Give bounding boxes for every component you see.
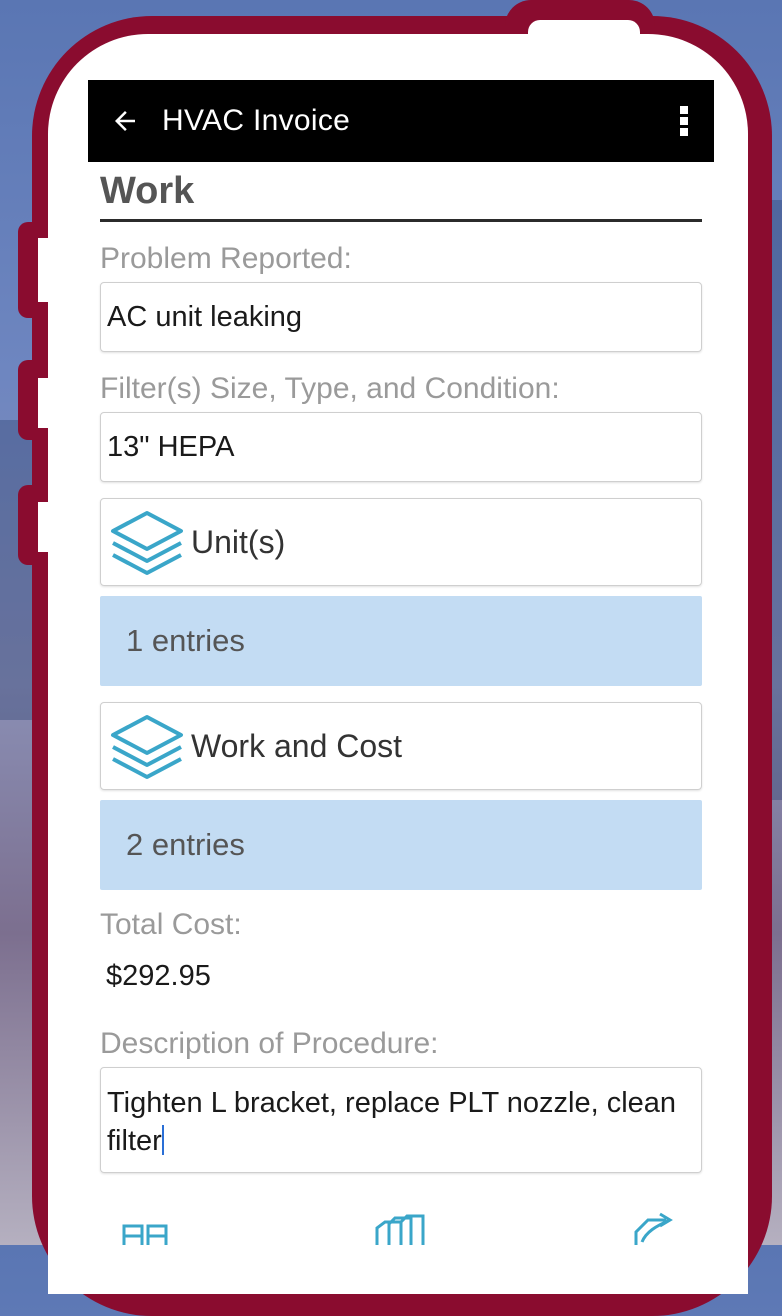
- copy-pages-icon[interactable]: [371, 1212, 431, 1245]
- bottom-toolbar: [88, 1212, 714, 1245]
- problem-input[interactable]: AC unit leaking: [100, 282, 702, 352]
- text-cursor: [161, 1125, 164, 1155]
- side-button-highlight: [38, 378, 52, 428]
- side-button-highlight: [38, 502, 52, 552]
- more-vertical-icon: [680, 106, 688, 136]
- share-icon[interactable]: [626, 1212, 686, 1245]
- layers-icon: [111, 715, 183, 779]
- layers-icon: [111, 511, 183, 575]
- app-title: HVAC Invoice: [162, 104, 351, 137]
- total-cost-value: $292.95: [106, 960, 211, 992]
- app-screen: HVAC Invoice Work Problem Reported: AC u…: [88, 80, 714, 1245]
- units-entries[interactable]: 1 entries: [100, 596, 702, 686]
- section-title: Work: [100, 162, 702, 222]
- filter-label: Filter(s) Size, Type, and Condition:: [100, 372, 560, 405]
- procedure-text: Tighten L bracket, replace PLT nozzle, c…: [107, 1087, 677, 1157]
- phone-speaker: [528, 20, 640, 60]
- filter-input[interactable]: 13" HEPA: [100, 412, 702, 482]
- side-button-highlight: [38, 238, 52, 302]
- procedure-textarea[interactable]: Tighten L bracket, replace PLT nozzle, c…: [100, 1067, 702, 1173]
- work-cost-label: Work and Cost: [191, 727, 403, 764]
- problem-label: Problem Reported:: [100, 242, 352, 275]
- split-view-icon[interactable]: [116, 1212, 176, 1245]
- arrow-left-icon: [115, 111, 135, 131]
- back-button[interactable]: [88, 106, 162, 136]
- procedure-label: Description of Procedure:: [100, 1027, 439, 1060]
- units-group-button[interactable]: Unit(s): [100, 498, 702, 586]
- overflow-menu-button[interactable]: [654, 104, 714, 138]
- work-cost-entries[interactable]: 2 entries: [100, 800, 702, 890]
- app-bar: HVAC Invoice: [88, 80, 714, 162]
- total-cost-label: Total Cost:: [100, 908, 242, 941]
- units-label: Unit(s): [191, 523, 286, 560]
- form-content: Work Problem Reported: AC unit leaking F…: [88, 162, 714, 1173]
- work-cost-group-button[interactable]: Work and Cost: [100, 702, 702, 790]
